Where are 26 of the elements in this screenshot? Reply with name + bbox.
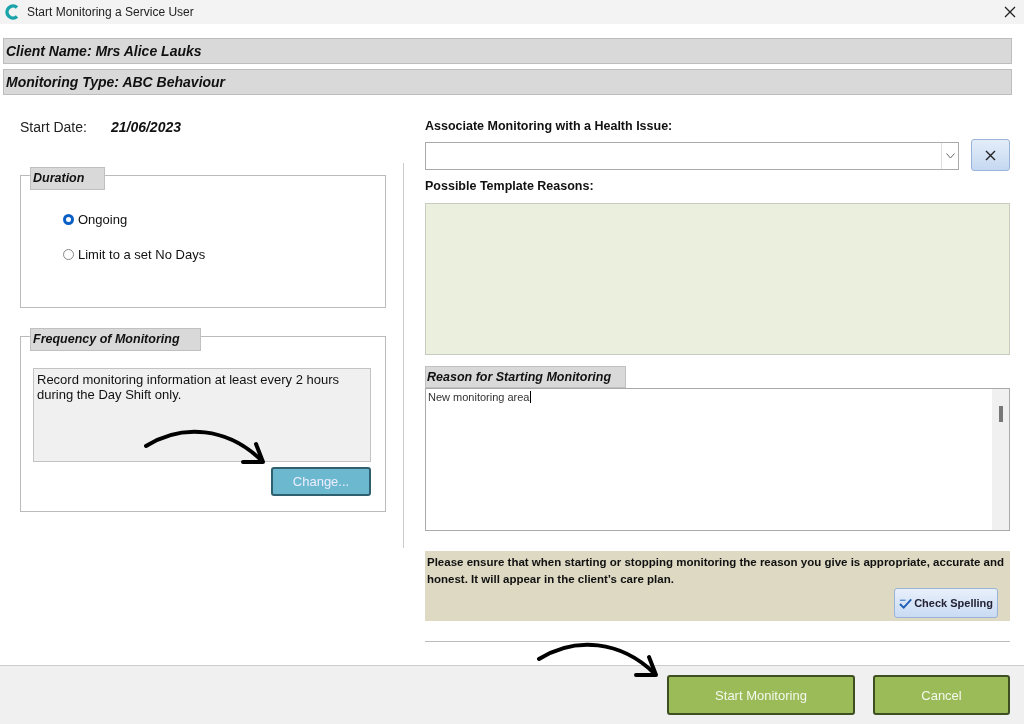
radio-label[interactable]: Limit to a set No Days	[78, 247, 206, 262]
chevron-down-icon	[945, 153, 955, 159]
start-date-value: 21/06/2023	[110, 119, 181, 135]
close-icon	[985, 149, 996, 161]
clear-button[interactable]	[971, 139, 1010, 171]
header-bar: Monitoring Type: ABC Behaviour	[3, 69, 1012, 95]
radio-label[interactable]: Ongoing	[78, 212, 128, 227]
reason-title: Reason for Starting Monitoring	[425, 366, 627, 388]
health-issue-label: Associate Monitoring with a Health Issue:	[425, 119, 674, 133]
header-bar: Client Name: Mrs Alice Lauks	[3, 38, 1012, 64]
app-logo-icon	[5, 4, 19, 20]
close-icon[interactable]	[1004, 6, 1016, 18]
window-title: Start Monitoring a Service User	[27, 5, 195, 19]
start-date-label: Start Date:	[20, 119, 87, 135]
notice-text: Please ensure that when starting or stopping monitoring the reason you give is appropriate, accurate and honest. It will appear in the client’s care plan.	[427, 555, 1006, 587]
frequency-text: Record monitoring information at least every 2 hours during the Day Shift only.	[33, 368, 371, 462]
template-reasons-label: Possible Template Reasons:	[425, 179, 595, 193]
health-issue-dropdown[interactable]	[425, 142, 959, 170]
radio-button[interactable]	[63, 214, 74, 225]
scrollbar[interactable]	[992, 389, 1009, 530]
spell-check-icon	[899, 596, 913, 610]
group-title: Duration	[30, 167, 106, 190]
check-spelling-button[interactable]: Check Spelling	[894, 588, 998, 618]
radio-button[interactable]	[63, 249, 74, 260]
reason-text-area[interactable]: New monitoring area	[425, 388, 1010, 531]
group-title: Frequency of Monitoring	[30, 328, 201, 351]
